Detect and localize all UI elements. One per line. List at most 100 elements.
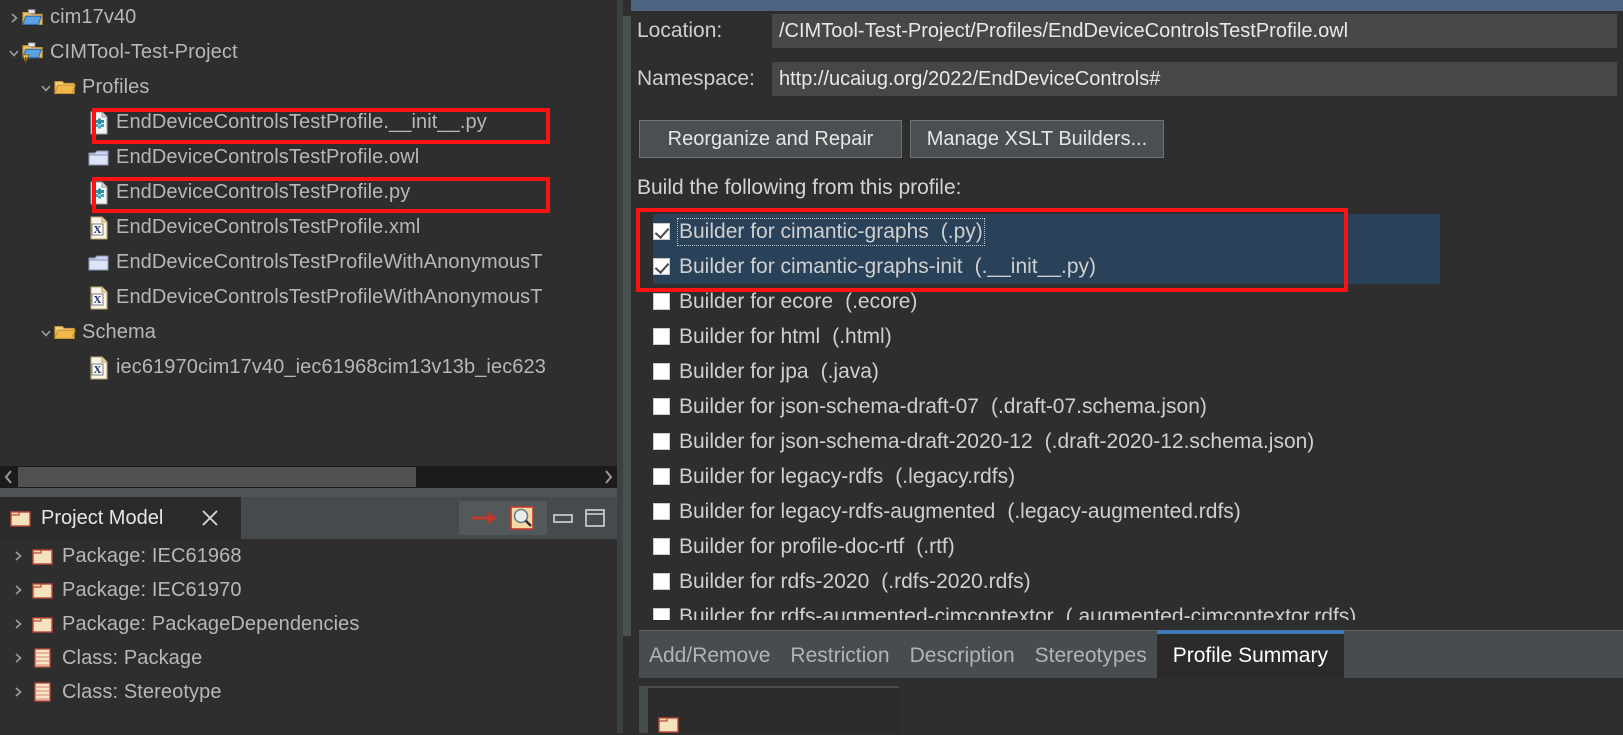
chevron-down-icon[interactable]	[38, 80, 54, 96]
builder-row[interactable]: Builder for json-schema-draft-07 (.draft-…	[639, 389, 1623, 424]
xml-file-icon: X	[88, 355, 110, 380]
tree-row[interactable]: EndDeviceControlsTestProfileWithAnonymou…	[0, 245, 617, 280]
builder-row[interactable]: Builder for html (.html)	[639, 319, 1623, 354]
maximize-icon[interactable]	[579, 502, 611, 534]
project-explorer-tree[interactable]: cim17v40 CIMTool-Test-Project Profiles EndD…	[0, 0, 617, 466]
tree-row[interactable]: X EndDeviceControlsTestProfile.xml	[0, 210, 617, 245]
list-item[interactable]: Package: PackageDependencies	[0, 607, 617, 641]
builder-row[interactable]: Builder for rdfs-augmented-cimcontextor (…	[639, 599, 1623, 620]
cimtool-workbench-window: cim17v40 CIMTool-Test-Project Profiles EndD…	[0, 0, 1623, 733]
chevron-down-icon[interactable]	[38, 325, 54, 341]
toolbar-group	[459, 501, 547, 535]
list-item-label: Package: IEC61970	[62, 578, 242, 601]
left-column: cim17v40 CIMTool-Test-Project Profiles EndD…	[0, 0, 617, 733]
builder-extension: (.py)	[940, 219, 983, 243]
tree-horizontal-scrollbar[interactable]	[0, 466, 617, 488]
list-item[interactable]: Package: IEC61968	[0, 539, 617, 573]
builder-label-holder: Builder for rdfs-2020 (.rdfs-2020.rdfs)	[679, 570, 1031, 594]
project-model-tree[interactable]: Package: IEC61968 Package: IEC61970 Packag…	[0, 539, 617, 733]
builder-checkbox[interactable]	[653, 433, 670, 450]
tree-row[interactable]: Profiles	[0, 70, 617, 105]
builder-checkbox[interactable]	[653, 608, 670, 620]
manage-xslt-builders-button[interactable]: Manage XSLT Builders...	[910, 120, 1164, 158]
tree-row-label: iec61970cim17v40_iec61968cim13v13b_iec62…	[116, 356, 546, 378]
tree-row[interactable]: EndDeviceControlsTestProfile.owl	[0, 140, 617, 175]
list-item[interactable]: Package: IEC61970	[0, 573, 617, 607]
tab-stereotypes[interactable]: Stereotypes	[1025, 634, 1157, 678]
tree-row[interactable]: X EndDeviceControlsTestProfileWithAnonymo…	[0, 280, 617, 315]
builder-checkbox[interactable]	[653, 293, 670, 310]
builder-name: Builder for rdfs-2020	[679, 569, 870, 593]
minimize-icon[interactable]	[547, 502, 579, 534]
namespace-value[interactable]: http://ucaiug.org/2022/EndDeviceControls…	[772, 62, 1617, 96]
search-magnifier-icon[interactable]	[503, 502, 541, 534]
chevron-down-icon[interactable]	[6, 45, 22, 61]
builder-checkbox[interactable]	[653, 573, 670, 590]
horizontal-sash[interactable]	[0, 488, 617, 497]
builder-row[interactable]: Builder for json-schema-draft-2020-12 (.d…	[639, 424, 1623, 459]
builder-row[interactable]: Builder for cimantic-graphs (.py)	[639, 214, 1623, 249]
tree-row-label: EndDeviceControlsTestProfile.py	[116, 181, 411, 203]
bottom-view-tab[interactable]	[648, 688, 900, 733]
builder-checkbox[interactable]	[653, 363, 670, 380]
builder-extension: (.ecore)	[845, 289, 918, 313]
chevron-right-icon[interactable]	[6, 10, 22, 26]
builder-checkbox[interactable]	[653, 538, 670, 555]
tree-row[interactable]: cim17v40	[0, 0, 617, 35]
builder-row[interactable]: Builder for profile-doc-rtf (.rtf)	[639, 529, 1623, 564]
chevron-right-icon[interactable]	[10, 650, 26, 666]
tree-row-label: EndDeviceControlsTestProfileWithAnonymou…	[116, 286, 543, 308]
builder-checkbox[interactable]	[653, 468, 670, 485]
chevron-right-icon[interactable]	[10, 582, 26, 598]
vertical-sash[interactable]	[623, 16, 631, 636]
project-folder-warning-icon	[22, 41, 44, 64]
chevron-right-icon[interactable]	[10, 548, 26, 564]
tree-row[interactable]: EndDeviceControlsTestProfile.__init__.py	[0, 105, 617, 140]
list-item[interactable]: Class: Stereotype	[0, 675, 617, 709]
scroll-right-arrow-icon[interactable]	[599, 466, 617, 488]
builder-row[interactable]: Builder for ecore (.ecore)	[639, 284, 1623, 319]
builder-label-holder: Builder for cimantic-graphs-init (.__init…	[679, 255, 1096, 279]
close-icon[interactable]	[200, 508, 220, 528]
location-value[interactable]: /CIMTool-Test-Project/Profiles/EndDevice…	[772, 14, 1617, 48]
scrollbar-thumb[interactable]	[18, 467, 416, 487]
tree-row[interactable]: Schema	[0, 315, 617, 350]
builder-row[interactable]: Builder for rdfs-2020 (.rdfs-2020.rdfs)	[639, 564, 1623, 599]
tab-add-remove[interactable]: Add/Remove	[639, 634, 780, 678]
chevron-right-icon[interactable]	[10, 616, 26, 632]
profile-editor-panel: Location: /CIMTool-Test-Project/Profiles…	[631, 0, 1623, 733]
builder-label-holder: Builder for html (.html)	[679, 325, 892, 349]
tab-restriction[interactable]: Restriction	[780, 634, 899, 678]
builder-row[interactable]: Builder for legacy-rdfs (.legacy.rdfs)	[639, 459, 1623, 494]
builder-checkbox[interactable]	[653, 328, 670, 345]
project-folder-icon	[22, 7, 44, 29]
builder-row[interactable]: Builder for legacy-rdfs-augmented (.legac…	[639, 494, 1623, 529]
tab-description[interactable]: Description	[900, 634, 1025, 678]
red-arrow-icon[interactable]	[465, 502, 503, 534]
reorganize-and-repair-button[interactable]: Reorganize and Repair	[639, 120, 902, 158]
tab-profile-summary[interactable]: Profile Summary	[1156, 630, 1344, 678]
builder-checkbox[interactable]	[653, 223, 670, 240]
list-item[interactable]: Class: Package	[0, 641, 617, 675]
editor-top-accent-bar	[631, 0, 1623, 11]
builder-checkbox[interactable]	[653, 258, 670, 275]
scroll-left-arrow-icon[interactable]	[0, 466, 18, 488]
builder-checkbox[interactable]	[653, 398, 670, 415]
editor-tab-strip[interactable]: Add/Remove Restriction Description Stereoty…	[639, 630, 1623, 678]
tree-row[interactable]: Xiec61970cim17v40_iec61968cim13v13b_iec6…	[0, 350, 617, 385]
tab-project-model[interactable]: Project Model	[0, 497, 241, 539]
builder-row[interactable]: Builder for cimantic-graphs-init (.__init…	[639, 249, 1623, 284]
builder-checkbox[interactable]	[653, 503, 670, 520]
tree-row[interactable]: CIMTool-Test-Project	[0, 35, 617, 70]
package-folder-icon	[658, 713, 680, 735]
tree-row[interactable]: EndDeviceControlsTestProfile.py	[0, 175, 617, 210]
builders-list[interactable]: Builder for cimantic-graphs (.py) Builder …	[639, 214, 1623, 620]
builder-name: Builder for legacy-rdfs	[679, 464, 884, 488]
builder-row[interactable]: Builder for jpa (.java)	[639, 354, 1623, 389]
chevron-right-icon[interactable]	[10, 684, 26, 700]
python-file-icon	[88, 180, 110, 205]
scrollbar-track[interactable]	[18, 466, 599, 488]
